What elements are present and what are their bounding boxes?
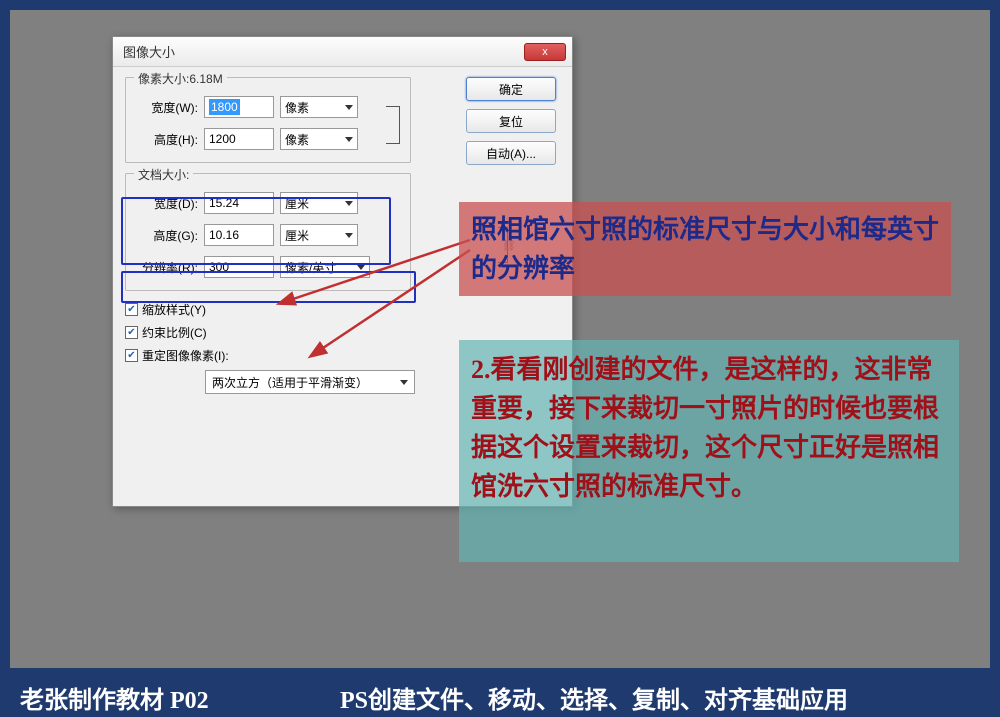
scale-styles-row[interactable]: ✔ 缩放样式(Y) [125, 301, 560, 318]
px-width-input[interactable]: 1800 [204, 96, 274, 118]
resolution-label: 分辨率(R): [136, 259, 198, 276]
footer-right: PS创建文件、移动、选择、复制、对齐基础应用 [340, 680, 848, 715]
px-width-unit-select[interactable]: 像素 [280, 96, 358, 118]
resample-label: 重定图像像素(I): [142, 347, 229, 364]
dialog-titlebar[interactable]: 图像大小 x [113, 37, 572, 67]
doc-size-legend: 文档大小: [134, 166, 193, 183]
chevron-down-icon [357, 265, 365, 270]
resample-checkbox[interactable]: ✔ [125, 349, 138, 362]
scale-styles-label: 缩放样式(Y) [142, 301, 206, 318]
auto-button[interactable]: 自动(A)... [466, 141, 556, 165]
doc-height-input[interactable]: 10.16 [204, 224, 274, 246]
resolution-unit-select[interactable]: 像素/英寸 [280, 256, 370, 278]
doc-width-unit-select[interactable]: 厘米 [280, 192, 358, 214]
px-width-label: 宽度(W): [136, 99, 198, 116]
constrain-checkbox[interactable]: ✔ [125, 326, 138, 339]
pixel-dimensions-group: 像素大小:6.18M 宽度(W): 1800 像素 高度(H): 1200 像素 [125, 77, 411, 163]
scale-styles-checkbox[interactable]: ✔ [125, 303, 138, 316]
link-bracket-icon [386, 106, 400, 144]
doc-width-input[interactable]: 15.24 [204, 192, 274, 214]
chevron-down-icon [345, 201, 353, 206]
annotation-red-box: 照相馆六寸照的标准尺寸与大小和每英寸的分辨率 [459, 202, 951, 296]
chevron-down-icon [345, 233, 353, 238]
dialog-title: 图像大小 [123, 42, 175, 61]
reset-button[interactable]: 复位 [466, 109, 556, 133]
constrain-row[interactable]: ✔ 约束比例(C) [125, 324, 560, 341]
doc-width-label: 宽度(D): [136, 195, 198, 212]
chevron-down-icon [345, 105, 353, 110]
constrain-label: 约束比例(C) [142, 324, 207, 341]
annotation-cyan-box: 2.看看刚创建的文件，是这样的，这非常重要，接下来裁切一寸照片的时候也要根据这个… [459, 340, 959, 562]
px-height-input[interactable]: 1200 [204, 128, 274, 150]
chevron-down-icon [400, 380, 408, 385]
document-size-group: 文档大小: 宽度(D): 15.24 厘米 高度(G): 10.16 厘米 分辨… [125, 173, 411, 291]
pixel-dim-legend: 像素大小:6.18M [134, 70, 227, 87]
close-icon: x [542, 46, 548, 58]
resolution-input[interactable]: 300 [204, 256, 274, 278]
px-height-unit-select[interactable]: 像素 [280, 128, 358, 150]
footer-left: 老张制作教材 P02 [20, 680, 300, 715]
page-footer: 老张制作教材 P02 PS创建文件、移动、选择、复制、对齐基础应用 [0, 677, 1000, 717]
close-button[interactable]: x [524, 43, 566, 61]
ok-button[interactable]: 确定 [466, 77, 556, 101]
chevron-down-icon [345, 137, 353, 142]
px-height-label: 高度(H): [136, 131, 198, 148]
button-column: 确定 复位 自动(A)... [466, 77, 556, 165]
interpolation-select[interactable]: 两次立方（适用于平滑渐变） [205, 370, 415, 394]
doc-height-label: 高度(G): [136, 227, 198, 244]
doc-height-unit-select[interactable]: 厘米 [280, 224, 358, 246]
canvas-area: 图像大小 x 确定 复位 自动(A)... 像素大小:6.18M 宽度(W): … [10, 10, 990, 668]
